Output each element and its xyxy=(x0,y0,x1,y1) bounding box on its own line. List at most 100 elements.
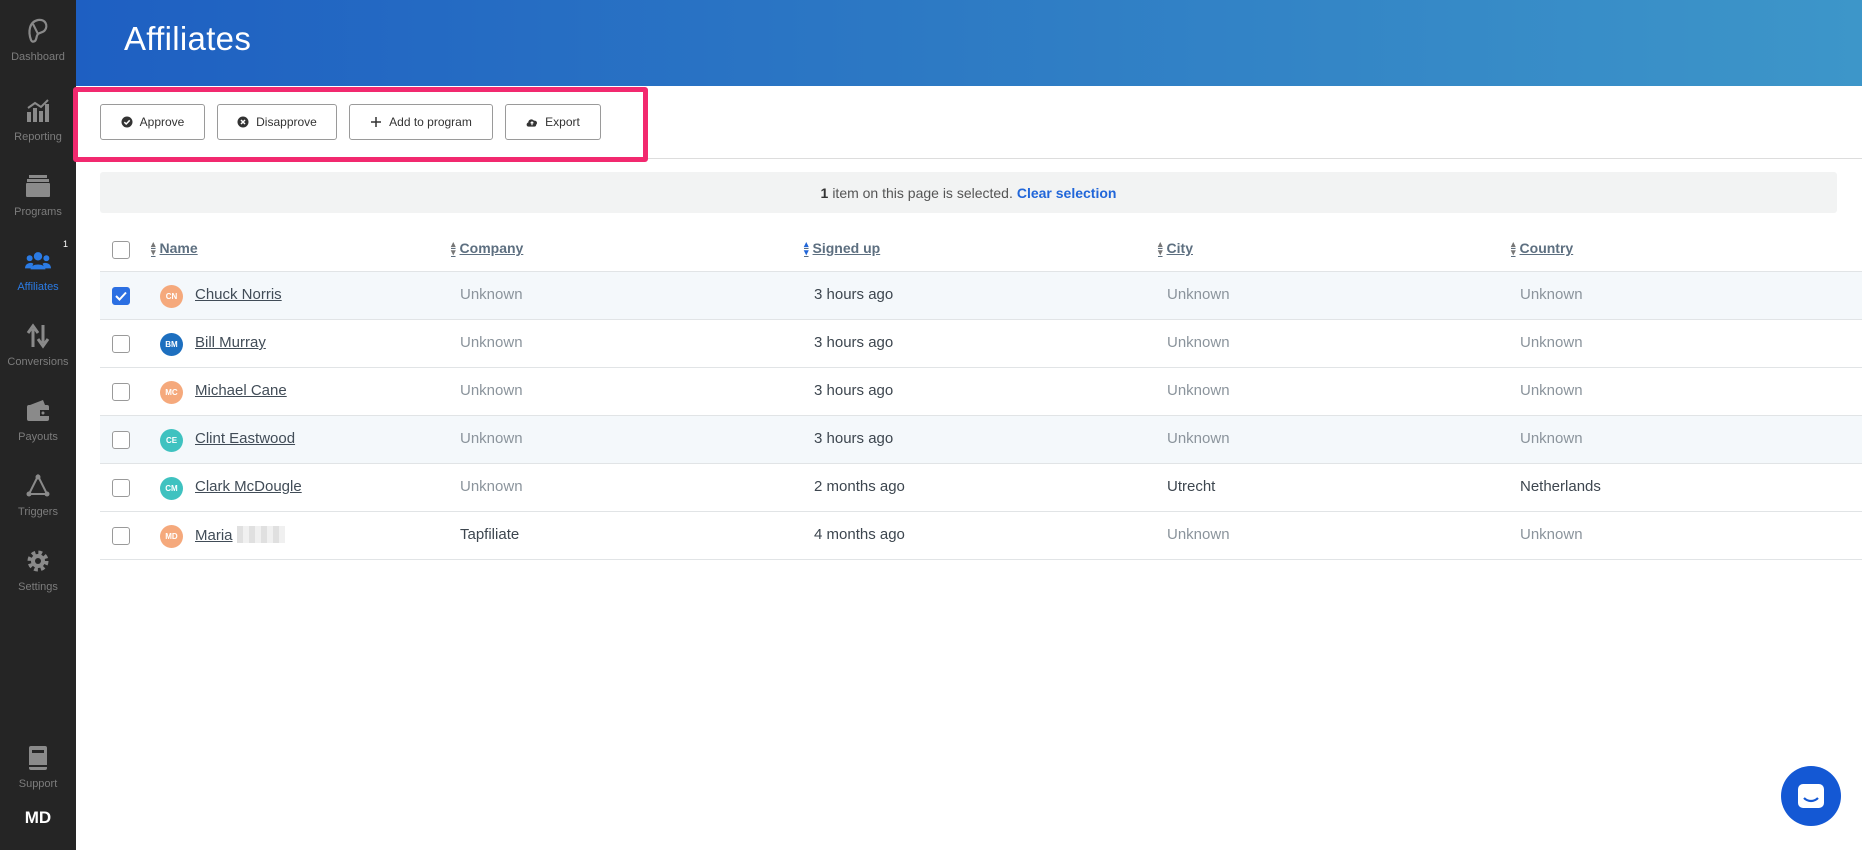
avatar: MC xyxy=(160,381,183,404)
country-cell: Unknown xyxy=(1520,334,1583,351)
table-row[interactable]: CN Chuck Norris Unknown 3 hours ago Unkn… xyxy=(100,271,1862,319)
disapprove-button[interactable]: Disapprove xyxy=(217,104,337,140)
affiliate-name-link[interactable]: Clark McDougle xyxy=(195,478,302,495)
column-header-company[interactable]: ▴ ▾ Company xyxy=(451,240,523,257)
company-cell: Unknown xyxy=(460,478,523,495)
row-checkbox[interactable] xyxy=(112,335,130,353)
clear-selection-link[interactable]: Clear selection xyxy=(1017,185,1117,201)
sidebar-item-triggers[interactable]: Triggers xyxy=(0,471,76,531)
programs-icon xyxy=(25,173,51,199)
row-checkbox[interactable] xyxy=(112,383,130,401)
disapprove-label: Disapprove xyxy=(256,115,317,129)
signed-up-cell: 3 hours ago xyxy=(814,382,894,399)
page-title: Affiliates xyxy=(124,20,252,57)
check-circle-icon xyxy=(121,116,133,128)
app-window: Dashboard Reporting Programs Affiliates … xyxy=(0,0,1862,850)
signed-up-cell: 3 hours ago xyxy=(814,286,894,303)
sidebar-item-reporting[interactable]: Reporting xyxy=(0,96,76,156)
selection-count: 1 xyxy=(820,184,829,201)
book-icon xyxy=(25,745,51,771)
select-all-checkbox[interactable] xyxy=(112,241,130,259)
export-button[interactable]: Export xyxy=(505,104,601,140)
affiliate-name-link[interactable]: Michael Cane xyxy=(195,382,287,399)
sidebar-item-payouts[interactable]: Payouts xyxy=(0,396,76,456)
wallet-icon xyxy=(25,398,51,424)
check-icon xyxy=(115,291,127,301)
sidebar-item-settings[interactable]: Settings xyxy=(0,546,76,606)
sidebar-label-support: Support xyxy=(18,778,58,790)
city-cell: Unknown xyxy=(1167,526,1230,543)
chat-icon xyxy=(1798,784,1824,808)
avatar: CM xyxy=(160,477,183,500)
avatar: CE xyxy=(160,429,183,452)
sort-icon: ▴ ▾ xyxy=(151,239,156,257)
sidebar-label-conversions: Conversions xyxy=(7,356,69,368)
city-cell: Utrecht xyxy=(1167,478,1216,495)
approve-button[interactable]: Approve xyxy=(100,104,205,140)
sidebar-item-affiliates[interactable]: Affiliates xyxy=(0,246,76,306)
sidebar-item-programs[interactable]: Programs xyxy=(0,171,76,231)
dashboard-icon xyxy=(25,18,51,44)
sidebar-item-support[interactable]: Support xyxy=(0,743,76,803)
avatar: BM xyxy=(160,333,183,356)
sidebar: Dashboard Reporting Programs Affiliates … xyxy=(0,0,76,850)
signed-up-cell: 3 hours ago xyxy=(814,430,894,447)
page-header: Affiliates xyxy=(76,0,1862,86)
sidebar-label-affiliates: Affiliates xyxy=(17,281,59,293)
company-cell: Tapfiliate xyxy=(460,526,520,543)
column-header-signed-up[interactable]: ▴ ▾ Signed up xyxy=(804,239,880,257)
sort-icon: ▴ ▾ xyxy=(1158,239,1163,257)
column-header-name[interactable]: ▴ ▾ Name xyxy=(151,239,198,257)
notification-badge: 1 xyxy=(63,239,69,249)
sort-icon: ▴ ▾ xyxy=(1511,239,1516,257)
table-row[interactable]: CE Clint Eastwood Unknown 3 hours ago Un… xyxy=(100,415,1862,463)
bar-chart-icon xyxy=(25,98,51,124)
signed-up-cell: 4 months ago xyxy=(814,526,905,543)
sidebar-item-conversions[interactable]: Conversions xyxy=(0,321,76,381)
signed-up-cell: 2 months ago xyxy=(814,478,905,495)
city-cell: Unknown xyxy=(1167,286,1230,303)
sidebar-label-payouts: Payouts xyxy=(18,431,58,443)
add-to-program-button[interactable]: Add to program xyxy=(349,104,493,140)
table-row[interactable]: CM Clark McDougle Unknown 2 months ago U… xyxy=(100,463,1862,511)
table-header: ▴ ▾ Name ▴ ▾ Company ▴ ▾ Signed up ▴ ▾ City … xyxy=(100,230,1862,270)
table-row[interactable]: MD Maria Tapfiliate 4 months ago Unknown… xyxy=(100,511,1862,559)
row-checkbox[interactable] xyxy=(112,527,130,545)
avatar: MD xyxy=(160,525,183,548)
table-row[interactable]: BM Bill Murray Unknown 3 hours ago Unkno… xyxy=(100,319,1862,367)
country-cell: Unknown xyxy=(1520,430,1583,447)
affiliate-name-link[interactable]: Maria xyxy=(195,526,285,544)
transfer-arrows-icon xyxy=(25,323,51,349)
row-checkbox[interactable] xyxy=(112,431,130,449)
chat-launcher-button[interactable] xyxy=(1781,766,1841,826)
company-cell: Unknown xyxy=(460,382,523,399)
table-bottom-border xyxy=(100,559,1862,560)
redacted-surname xyxy=(236,526,285,543)
sidebar-label-reporting: Reporting xyxy=(14,131,62,143)
company-cell: Unknown xyxy=(460,334,523,351)
user-avatar[interactable]: MD xyxy=(0,808,76,828)
x-circle-icon xyxy=(237,116,249,128)
affiliate-name-link[interactable]: Clint Eastwood xyxy=(195,430,295,447)
affiliate-name-link[interactable]: Bill Murray xyxy=(195,334,266,351)
cloud-upload-icon xyxy=(526,116,538,128)
city-cell: Unknown xyxy=(1167,334,1230,351)
row-checkbox[interactable] xyxy=(112,479,130,497)
affiliate-name-link[interactable]: Chuck Norris xyxy=(195,286,282,303)
table-row[interactable]: MC Michael Cane Unknown 3 hours ago Unkn… xyxy=(100,367,1862,415)
row-checkbox[interactable] xyxy=(112,287,130,305)
country-cell: Unknown xyxy=(1520,382,1583,399)
column-header-country[interactable]: ▴ ▾ Country xyxy=(1511,239,1573,257)
sidebar-item-dashboard[interactable]: Dashboard xyxy=(0,16,76,76)
city-cell: Unknown xyxy=(1167,382,1230,399)
city-cell: Unknown xyxy=(1167,430,1230,447)
plus-icon xyxy=(370,116,382,128)
country-cell: Unknown xyxy=(1520,286,1583,303)
company-cell: Unknown xyxy=(460,430,523,447)
sidebar-label-dashboard: Dashboard xyxy=(11,51,65,63)
signed-up-cell: 3 hours ago xyxy=(814,334,894,351)
sort-active-icon: ▴ ▾ xyxy=(804,239,809,257)
column-header-city[interactable]: ▴ ▾ City xyxy=(1158,239,1193,257)
approve-label: Approve xyxy=(139,115,185,129)
selection-text: item on this page is selected. xyxy=(832,184,1013,201)
